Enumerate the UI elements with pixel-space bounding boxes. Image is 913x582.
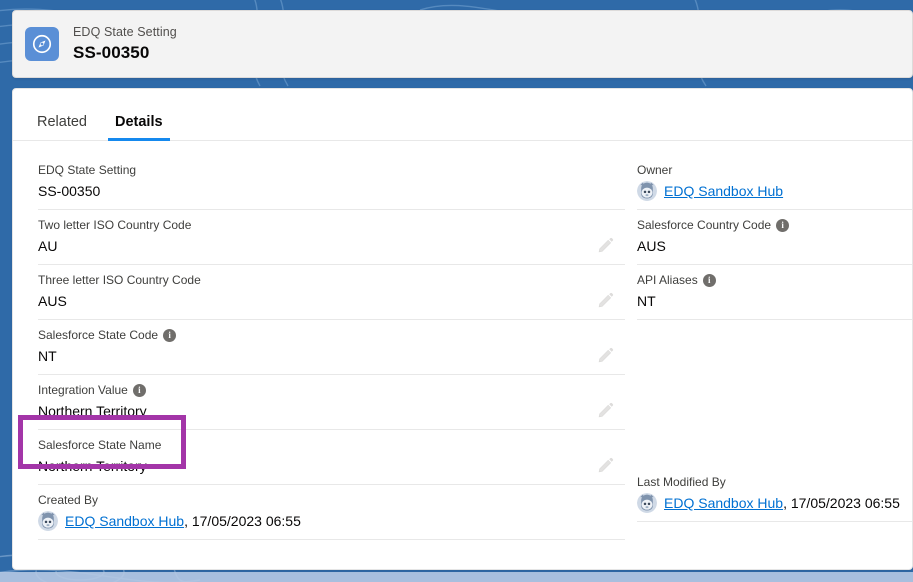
compass-icon [25, 27, 59, 61]
field-spacer-2 [637, 369, 912, 418]
field-label: API Aliases i [637, 272, 912, 288]
details-fields: EDQ State Setting SS-00350 Two letter IS… [13, 141, 912, 540]
field-spacer-3 [637, 418, 912, 467]
field-three-letter-iso-country-code: Three letter ISO Country Code AUS [38, 265, 625, 320]
field-label-text: Salesforce State Code [38, 328, 159, 342]
created-date: , 17/05/2023 06:55 [184, 513, 301, 529]
field-value: AU [38, 238, 58, 254]
avatar [637, 493, 657, 513]
page-title: SS-00350 [73, 42, 150, 62]
field-value: NT [38, 348, 57, 364]
edit-pencil-icon[interactable] [597, 291, 615, 309]
field-label: Integration Value i [38, 382, 625, 398]
details-left-column: EDQ State Setting SS-00350 Two letter IS… [13, 155, 625, 540]
field-value: SS-00350 [38, 183, 101, 199]
field-salesforce-state-name: Salesforce State Name Northern Territory [38, 430, 625, 485]
field-label: Salesforce State Code i [38, 327, 625, 343]
field-label: Three letter ISO Country Code [38, 273, 201, 287]
field-label: Salesforce State Name [38, 438, 162, 452]
field-label: Owner [637, 163, 673, 177]
field-label: Two letter ISO Country Code [38, 218, 192, 232]
field-last-modified-by: Last Modified By EDQ Sandbox Hub , 17/05… [637, 467, 912, 522]
field-owner: Owner EDQ Sandbox Hub [637, 155, 912, 210]
tab-bar: Related Details [13, 89, 912, 141]
field-label: Created By [38, 493, 99, 507]
edit-pencil-icon[interactable] [597, 236, 615, 254]
field-label-text: Integration Value [38, 383, 128, 397]
field-value: NT [637, 293, 656, 309]
tab-details[interactable]: Details [101, 114, 177, 141]
created-by-user-link[interactable]: EDQ Sandbox Hub [65, 511, 184, 531]
edit-pencil-icon[interactable] [597, 401, 615, 419]
field-edq-state-setting: EDQ State Setting SS-00350 [38, 155, 625, 210]
field-value: EDQ Sandbox Hub , 17/05/2023 06:55 [637, 493, 912, 513]
field-value: EDQ Sandbox Hub , 17/05/2023 06:55 [38, 511, 625, 531]
info-icon[interactable]: i [132, 383, 146, 397]
field-integration-value: Integration Value i Northern Territory [38, 375, 625, 430]
owner-link[interactable]: EDQ Sandbox Hub [664, 181, 783, 201]
avatar [637, 181, 657, 201]
field-salesforce-country-code: Salesforce Country Code i AUS [637, 210, 912, 265]
avatar [38, 511, 58, 531]
record-object-label: EDQ State Setting [73, 25, 177, 40]
field-salesforce-state-code: Salesforce State Code i NT [38, 320, 625, 375]
field-spacer-1 [637, 320, 912, 369]
field-created-by: Created By EDQ Sandbox Hub , 17/05/2023 … [38, 485, 625, 540]
field-two-letter-iso-country-code: Two letter ISO Country Code AU [38, 210, 625, 265]
field-label: Salesforce Country Code i [637, 217, 912, 233]
field-label: Last Modified By [637, 475, 726, 489]
record-detail-card: Related Details EDQ State Setting SS-003… [12, 88, 913, 570]
field-value: AUS [38, 293, 67, 309]
info-icon[interactable]: i [776, 218, 790, 232]
field-api-aliases: API Aliases i NT [637, 265, 912, 320]
last-modified-date: , 17/05/2023 06:55 [783, 495, 900, 511]
field-value: AUS [637, 238, 666, 254]
field-value: Northern Territory [38, 403, 147, 419]
field-value: EDQ Sandbox Hub [637, 181, 912, 201]
field-label: EDQ State Setting [38, 163, 137, 177]
details-right-column: Owner EDQ Sandbox Hub Salesforce Country… [625, 155, 912, 540]
record-header: EDQ State Setting SS-00350 [12, 10, 913, 78]
field-value: Northern Territory [38, 458, 147, 474]
info-icon[interactable]: i [702, 273, 716, 287]
field-label-text: API Aliases [637, 273, 698, 287]
edit-pencil-icon[interactable] [597, 456, 615, 474]
field-label-text: Salesforce Country Code [637, 218, 772, 232]
tab-related[interactable]: Related [23, 114, 101, 140]
edit-pencil-icon[interactable] [597, 346, 615, 364]
info-icon[interactable]: i [163, 328, 177, 342]
last-modified-by-user-link[interactable]: EDQ Sandbox Hub [664, 493, 783, 513]
